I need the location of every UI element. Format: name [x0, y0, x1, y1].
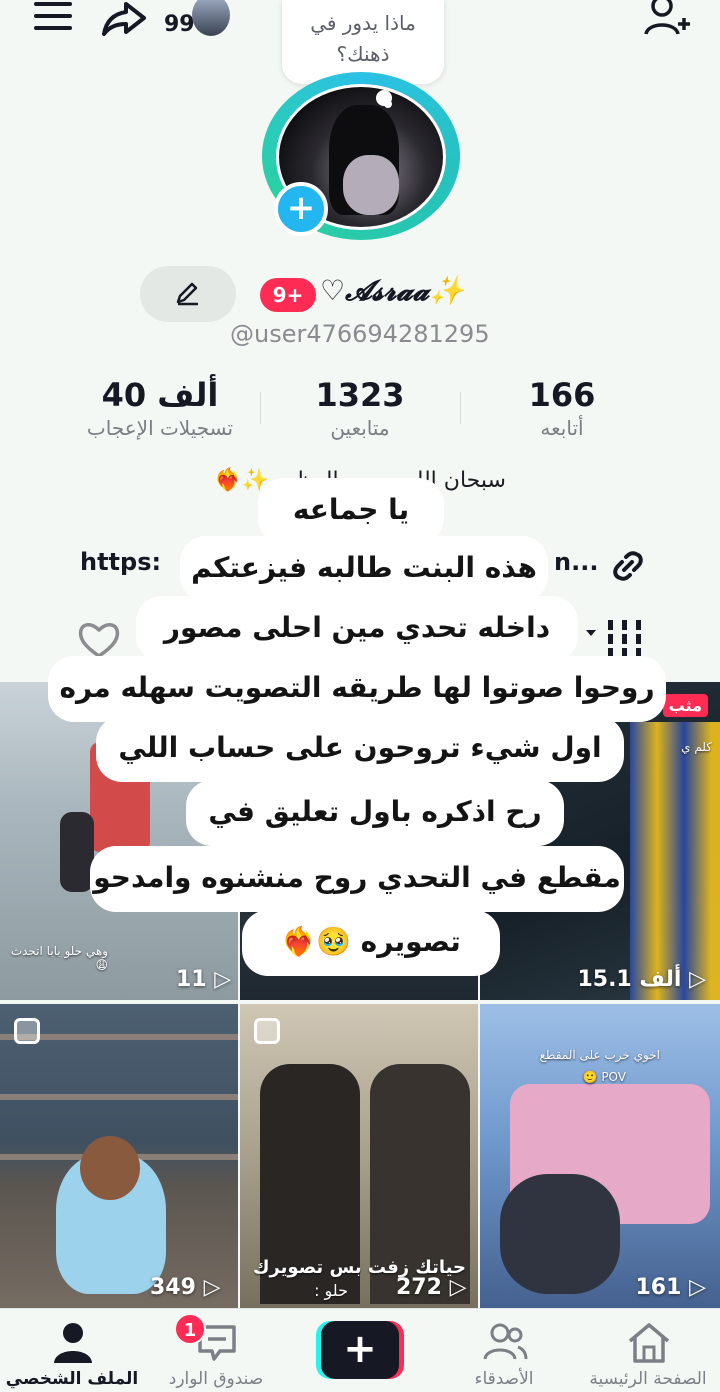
pinned-badge: مثب	[662, 694, 708, 717]
stat-likes[interactable]: 40 ألف تسجيلات الإعجاب	[50, 376, 270, 440]
nav-inbox[interactable]: صندوق الوارد	[144, 1309, 288, 1392]
overlay-line: تصويره 🥹❤️‍🔥	[242, 910, 500, 976]
link-icon	[608, 548, 648, 584]
overlay-line: داخله تحدي مين احلى مصور	[136, 596, 578, 662]
plus-icon: +	[321, 1321, 399, 1379]
video-tile[interactable]: اخوي خرب على المقطع POV 🙂 161 ▷	[480, 1004, 720, 1308]
overlay-line: مقطع في التحدي روح منشنوه وامدحو	[90, 846, 624, 912]
share-icon[interactable]	[100, 0, 148, 40]
multi-photo-icon	[14, 1018, 40, 1044]
stat-followers[interactable]: 1323 متابعين	[250, 376, 470, 440]
note-bubble-dot-small	[384, 100, 392, 108]
stat-following[interactable]: 166 أتابعه	[452, 376, 672, 440]
profile-icon	[54, 1323, 92, 1363]
edit-profile-button[interactable]	[140, 266, 236, 322]
username: @user476694281295	[230, 320, 490, 348]
video-caption-2: POV 🙂	[582, 1070, 626, 1084]
video-caption-2: حلو :	[314, 1281, 348, 1300]
add-friend-icon[interactable]	[640, 0, 692, 40]
display-name: ♡𝓐𝓼𝓻𝓪𝓪✨	[320, 274, 465, 307]
video-caption: كلم ي	[681, 740, 712, 754]
overlay-line: روحوا صوتوا لها طريقه التصويت سهله مره	[48, 656, 666, 722]
create-button[interactable]: +	[316, 1321, 404, 1379]
overlay-line: يا جماعه	[258, 478, 444, 544]
videos-tab-grid-icon[interactable]	[584, 618, 642, 658]
stat-followers-label: متابعين	[330, 416, 390, 440]
nav-friends[interactable]: الأصدقاء	[432, 1309, 576, 1392]
video-views: 161 ▷	[635, 1275, 706, 1300]
nav-friends-label: الأصدقاء	[474, 1369, 534, 1389]
video-caption: اخوي خرب على المقطع	[539, 1048, 661, 1062]
overlay-line: اول شيء تروحون على حساب اللي	[96, 716, 624, 782]
video-views: 11 ▷	[176, 967, 232, 992]
video-views: 15.1 ألف ▷	[577, 967, 706, 992]
pencil-icon	[176, 282, 198, 306]
video-caption: وهي حلو بابا اتحدث 😩	[10, 944, 108, 972]
nav-home[interactable]: الصفحة الرئيسية	[576, 1309, 720, 1392]
stat-likes-value: 40 ألف	[101, 376, 219, 414]
note-bubble-line2: ذهنك؟	[336, 42, 390, 66]
note-bubble-line1: ماذا يدور في	[310, 11, 416, 35]
nav-home-label: الصفحة الرئيسية	[589, 1369, 707, 1389]
overlay-line: هذه البنت طالبه فيزعتكم	[180, 536, 548, 602]
nav-profile[interactable]: الملف الشخصي	[0, 1309, 144, 1392]
profile-views-count: 99	[164, 12, 195, 37]
multi-photo-icon	[254, 1018, 280, 1044]
video-tile[interactable]: 349 ▷	[0, 1004, 238, 1308]
nav-inbox-label: صندوق الوارد	[168, 1369, 264, 1389]
friends-icon	[483, 1323, 528, 1360]
video-views: 272 ▷	[396, 1275, 467, 1300]
inbox-badge: 1	[174, 1313, 206, 1345]
add-story-button[interactable]: +	[274, 182, 328, 236]
profile-link-end: n...	[554, 548, 599, 576]
stat-following-label: أتابعه	[540, 416, 584, 440]
profile-views[interactable]: 99	[164, 0, 230, 40]
bottom-nav: الصفحة الرئيسية الأصدقاء + صندوق الوارد …	[0, 1308, 720, 1392]
viewer-avatar	[192, 0, 230, 36]
overlay-line: رح اذكره باول تعليق في	[186, 780, 564, 846]
menu-icon[interactable]	[30, 0, 74, 36]
stat-likes-label: تسجيلات الإعجاب	[86, 416, 234, 440]
video-tile[interactable]: حياتك زفت بس تصويرك حلو : 272 ▷	[240, 1004, 478, 1308]
home-icon	[628, 1323, 670, 1363]
stat-following-value: 166	[528, 376, 596, 414]
stat-followers-value: 1323	[315, 376, 405, 414]
video-views: 349 ▷	[150, 1275, 221, 1300]
notification-badge[interactable]: 9+	[260, 278, 316, 312]
profile-link-start: https:	[80, 548, 162, 576]
nav-profile-label: الملف الشخصي	[5, 1369, 139, 1389]
